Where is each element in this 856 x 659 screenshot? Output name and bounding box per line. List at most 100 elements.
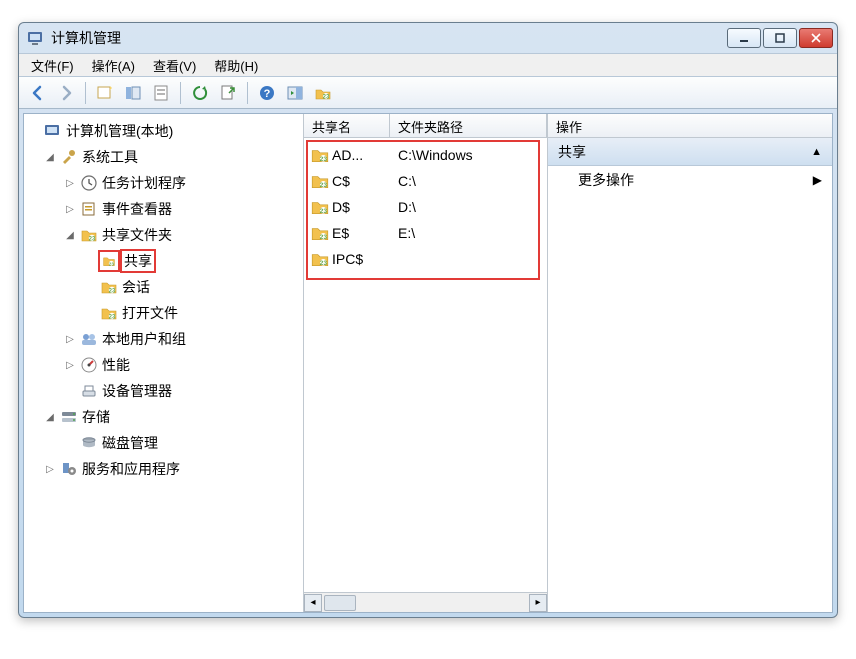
tree-task-scheduler[interactable]: ▷ 任务计划程序 [26, 170, 301, 196]
clock-icon [80, 174, 98, 192]
tree-storage[interactable]: ◢ 存储 [26, 404, 301, 430]
minimize-button[interactable] [727, 28, 761, 48]
menu-view[interactable]: 查看(V) [153, 56, 196, 75]
svg-text:23: 23 [109, 315, 116, 321]
list-panel: 共享名 文件夹路径 23 AD... C:\Windows 23 C$ C:\ … [304, 114, 548, 612]
tree-label: 性能 [102, 355, 130, 375]
svg-text:23: 23 [109, 261, 115, 266]
menu-help[interactable]: 帮助(H) [214, 56, 258, 75]
maximize-button[interactable] [763, 28, 797, 48]
toolbar-separator [247, 82, 248, 104]
close-button[interactable] [799, 28, 833, 48]
tree-root[interactable]: 计算机管理(本地) [26, 118, 301, 144]
cell-share-name: IPC$ [332, 251, 390, 267]
menu-bar: 文件(F) 操作(A) 查看(V) 帮助(H) [19, 53, 837, 77]
action-pane-button[interactable] [282, 80, 308, 106]
disclosure-icon [84, 307, 96, 319]
column-share-name[interactable]: 共享名 [304, 114, 390, 137]
console-tree-button[interactable] [120, 80, 146, 106]
disclosure-icon[interactable]: ▷ [64, 203, 76, 215]
horizontal-scrollbar[interactable]: ◂ ▸ [304, 592, 547, 612]
tree-device-manager[interactable]: 设备管理器 [26, 378, 301, 404]
disclosure-icon[interactable]: ▷ [44, 463, 56, 475]
tree-label: 事件查看器 [102, 199, 172, 219]
tree-sessions[interactable]: 23 会话 [26, 274, 301, 300]
tree-event-viewer[interactable]: ▷ 事件查看器 [26, 196, 301, 222]
computer-icon [44, 122, 62, 140]
actions-panel: 操作 共享 ▲ 更多操作 ▶ [548, 114, 832, 612]
list-item[interactable]: 23 D$ D:\ [304, 194, 547, 220]
action-more-label: 更多操作 [578, 170, 634, 190]
svg-text:23: 23 [109, 289, 116, 295]
column-folder-path[interactable]: 文件夹路径 [390, 114, 547, 137]
title-bar: 计算机管理 [19, 23, 837, 53]
tree-label: 共享 [122, 251, 154, 271]
collapse-icon: ▲ [811, 146, 822, 158]
tree-panel[interactable]: 计算机管理(本地) ◢ 系统工具 ▷ 任务计划程序 ▷ 事件查看器 ◢ 23 共… [24, 114, 304, 612]
action-section-label: 共享 [558, 142, 586, 162]
tree-shared-folders[interactable]: ◢ 23 共享文件夹 [26, 222, 301, 248]
tree-label: 磁盘管理 [102, 433, 158, 453]
sessions-icon: 23 [100, 278, 118, 296]
tree-label: 本地用户和组 [102, 329, 186, 349]
action-more[interactable]: 更多操作 ▶ [548, 166, 832, 194]
tree-shares[interactable]: 23 共享 [26, 248, 301, 274]
svg-text:23: 23 [320, 182, 328, 189]
tree-label: 存储 [82, 407, 110, 427]
refresh-button[interactable] [187, 80, 213, 106]
properties-button[interactable] [148, 80, 174, 106]
disclosure-icon [84, 281, 96, 293]
svg-text:23: 23 [89, 237, 96, 243]
app-window: 计算机管理 文件(F) 操作(A) 查看(V) 帮助(H) ? 23 [18, 22, 838, 618]
cell-folder-path: C:\ [390, 173, 547, 189]
help-button[interactable]: ? [254, 80, 280, 106]
new-window-button[interactable] [92, 80, 118, 106]
chevron-right-icon: ▶ [813, 173, 822, 187]
cell-share-name: D$ [332, 199, 390, 215]
svg-text:23: 23 [320, 156, 328, 163]
list-header: 共享名 文件夹路径 [304, 114, 547, 138]
back-button[interactable] [25, 80, 51, 106]
list-body[interactable]: 23 AD... C:\Windows 23 C$ C:\ 23 D$ D:\ … [304, 138, 547, 592]
menu-action[interactable]: 操作(A) [92, 56, 135, 75]
menu-file[interactable]: 文件(F) [31, 56, 74, 75]
forward-button[interactable] [53, 80, 79, 106]
tree-label: 会话 [122, 277, 150, 297]
svg-text:23: 23 [320, 260, 328, 267]
disclosure-icon[interactable]: ◢ [64, 229, 76, 241]
disclosure-icon[interactable]: ◢ [44, 151, 56, 163]
svg-text:23: 23 [323, 94, 330, 100]
toolbar: ? 23 [19, 77, 837, 109]
tree-label: 任务计划程序 [102, 173, 186, 193]
list-item[interactable]: 23 IPC$ [304, 246, 547, 272]
users-icon [80, 330, 98, 348]
disclosure-icon[interactable]: ◢ [44, 411, 56, 423]
action-section[interactable]: 共享 ▲ [548, 138, 832, 166]
scroll-left-button[interactable]: ◂ [304, 594, 322, 612]
list-item[interactable]: 23 C$ C:\ [304, 168, 547, 194]
tree-label: 打开文件 [122, 303, 178, 323]
list-item[interactable]: 23 AD... C:\Windows [304, 142, 547, 168]
list-item[interactable]: 23 E$ E:\ [304, 220, 547, 246]
tree-performance[interactable]: ▷ 性能 [26, 352, 301, 378]
disclosure-icon[interactable]: ▷ [64, 359, 76, 371]
tree-services-apps[interactable]: ▷ 服务和应用程序 [26, 456, 301, 482]
shares-icon: 23 [100, 252, 118, 270]
svg-text:23: 23 [320, 208, 328, 215]
tree-label: 共享文件夹 [102, 225, 172, 245]
cell-share-name: AD... [332, 147, 390, 163]
scroll-thumb[interactable] [324, 595, 356, 611]
export-button[interactable] [215, 80, 241, 106]
share-folder-icon: 23 [310, 172, 330, 190]
tree-label: 服务和应用程序 [82, 459, 180, 479]
disclosure-icon [64, 385, 76, 397]
scroll-right-button[interactable]: ▸ [529, 594, 547, 612]
disclosure-icon[interactable]: ▷ [64, 177, 76, 189]
cell-folder-path: C:\Windows [390, 147, 547, 163]
shares-toolbar-button[interactable]: 23 [310, 80, 336, 106]
tree-open-files[interactable]: 23 打开文件 [26, 300, 301, 326]
tree-system-tools[interactable]: ◢ 系统工具 [26, 144, 301, 170]
disclosure-icon[interactable]: ▷ [64, 333, 76, 345]
tree-disk-management[interactable]: 磁盘管理 [26, 430, 301, 456]
tree-local-users[interactable]: ▷ 本地用户和组 [26, 326, 301, 352]
